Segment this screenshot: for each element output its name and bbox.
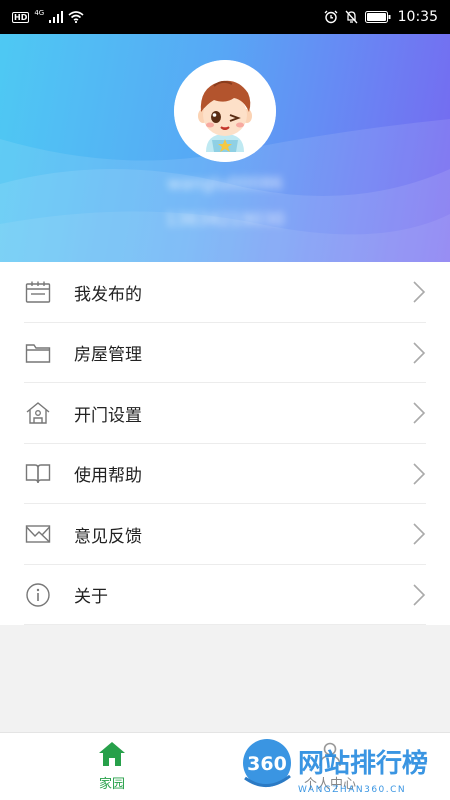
menu-item-label: 关于 [74,587,108,608]
tab-home-label: 家园 [98,777,125,792]
battery-icon [364,11,391,23]
cartoon-boy-avatar [174,60,276,162]
chevron-right-icon [413,463,426,485]
chevron-right-icon [413,342,426,364]
hd-badge: HD [12,11,30,23]
watermark-number: 360 [247,753,287,775]
chevron-right-icon [413,584,426,606]
network-type: 4G [34,9,45,17]
watermark-title: 网站排行榜 [298,748,428,779]
house-icon [25,400,51,426]
chevron-right-icon [413,281,426,303]
clock: 10:35 [397,9,438,25]
username: wanglu00086 [167,174,283,194]
envelope-icon [25,521,51,547]
menu-item-about[interactable]: 关于 [0,565,450,626]
menu-item-help[interactable]: 使用帮助 [0,444,450,505]
menu-item-door-settings[interactable]: 开门设置 [0,383,450,444]
phone-number: 13634219030 [165,210,285,230]
menu-item-label: 房屋管理 [74,345,142,366]
signal-icon [49,11,64,23]
menu-item-house-management[interactable]: 房屋管理 [0,323,450,384]
menu-item-label: 开门设置 [74,405,142,426]
wifi-icon [68,11,84,23]
status-bar: HD 4G 10:35 [0,0,450,34]
info-icon [25,582,51,608]
home-icon [99,742,125,766]
watermark-url: WANGZHAN360.CN [298,785,406,795]
chevron-right-icon [413,523,426,545]
folder-icon [25,340,51,366]
menu-list: 我发布的 房屋管理 开门设置 使用帮助 意见反馈 关于 [0,262,450,625]
mute-bell-icon [345,10,358,24]
menu-item-label: 使用帮助 [74,466,142,487]
book-icon [25,461,51,487]
menu-item-my-posts[interactable]: 我发布的 [0,262,450,323]
avatar[interactable] [174,60,276,162]
alarm-icon [324,10,338,24]
profile-header: wanglu00086 13634219030 [0,34,450,262]
menu-item-feedback[interactable]: 意见反馈 [0,504,450,565]
menu-item-label: 我发布的 [74,284,142,305]
chevron-right-icon [413,402,426,424]
calendar-icon [25,279,51,305]
watermark-360: 360 网站排行榜 WANGZHAN360.CN [238,736,450,798]
menu-item-label: 意见反馈 [74,526,142,547]
tab-home[interactable]: 家园 [82,741,142,792]
